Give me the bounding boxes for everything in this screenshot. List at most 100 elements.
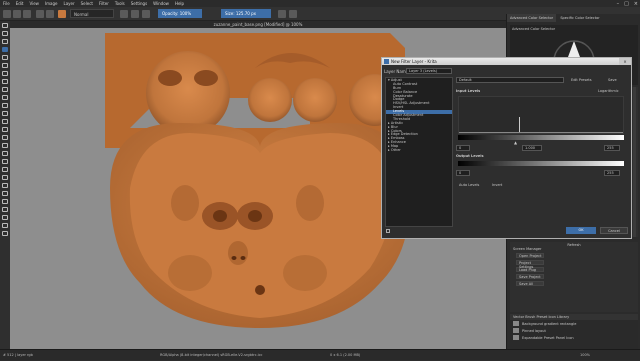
status-colorspace[interactable]: RGB/Alpha (8-bit integer/channel) sRGB-e… [160, 350, 262, 361]
crop-tool-icon[interactable] [2, 143, 8, 148]
brush-label: Expandable Preset Panel Icon [522, 335, 574, 340]
gamma-field[interactable]: 1.000 [522, 145, 542, 151]
save-project-button[interactable]: Save Project [516, 274, 544, 279]
list-item[interactable]: Background gradient rectangle [510, 320, 638, 327]
smart-patch-tool-icon[interactable] [2, 175, 8, 180]
close-icon[interactable]: × [634, 1, 638, 7]
text-tool-icon[interactable] [2, 31, 8, 36]
brush-preset-icon[interactable] [58, 10, 66, 18]
screen-manager-panel: Refresh Screen Manager Open Project Proj… [510, 242, 638, 312]
zoom-tool-icon[interactable] [2, 223, 8, 228]
measure-tool-icon[interactable] [2, 191, 8, 196]
polyline-tool-icon[interactable] [2, 87, 8, 92]
freehand-brush-tool-icon[interactable] [2, 47, 8, 52]
output-min-field[interactable]: 0 [456, 170, 470, 176]
output-levels-label: Output Levels [456, 154, 484, 158]
multibrush-tool-icon[interactable] [2, 119, 8, 124]
list-item[interactable]: Pinned layout [510, 327, 638, 334]
redo-icon[interactable] [46, 10, 54, 18]
menu-tools[interactable]: Tools [115, 1, 125, 6]
document-tab[interactable]: zuzanne_paint_base.png [Modified] @ 100% [10, 21, 506, 28]
menu-window[interactable]: Window [153, 1, 169, 6]
brush-label: Pinned layout [522, 328, 546, 333]
size-slider[interactable]: Size: 125.70 px [221, 9, 271, 18]
select-shapes-tool-icon[interactable] [2, 23, 8, 28]
line-tool-icon[interactable] [2, 55, 8, 60]
menu-image[interactable]: Image [45, 1, 58, 6]
ellipse-select-tool-icon[interactable] [2, 207, 8, 212]
ellipse-tool-icon[interactable] [2, 71, 8, 76]
mirror-vertical-icon[interactable] [289, 10, 297, 18]
list-item[interactable]: Expandable Preset Panel Icon [510, 334, 638, 341]
output-gradient-slider[interactable] [458, 161, 624, 166]
rect-select-tool-icon[interactable] [2, 199, 8, 204]
project-settings-button[interactable]: Project Settings [516, 260, 544, 269]
menu-edit[interactable]: Edit [16, 1, 24, 6]
rectangle-tool-icon[interactable] [2, 63, 8, 68]
menu-filter[interactable]: Filter [99, 1, 109, 6]
status-size: 0 x 6.1 (2.00 MB) [330, 353, 361, 357]
input-max-field[interactable]: 255 [604, 145, 620, 151]
logarithmic-toggle[interactable]: Logarithmic [598, 89, 619, 93]
fill-tool-icon[interactable] [2, 167, 8, 172]
menu-settings[interactable]: Settings [131, 1, 147, 6]
dialog-titlebar[interactable]: New Filter Layer - Krita × [382, 58, 631, 65]
color-picker-tool-icon[interactable] [2, 159, 8, 164]
undo-icon[interactable] [36, 10, 44, 18]
cancel-button[interactable]: Cancel [600, 227, 628, 234]
invert-button[interactable]: Invert [492, 183, 502, 187]
preset-select[interactable]: Default [456, 77, 564, 83]
edit-presets-button[interactable]: Edit Presets [571, 78, 592, 82]
save-all-button[interactable]: Save All [516, 281, 544, 286]
pressure-icon[interactable] [142, 10, 150, 18]
preserve-alpha-icon[interactable] [131, 10, 139, 18]
ok-button[interactable]: OK [566, 227, 596, 234]
filter-category[interactable]: ▸ Other [386, 148, 452, 153]
dynamic-brush-tool-icon[interactable] [2, 111, 8, 116]
menu-select[interactable]: Select [81, 1, 93, 6]
close-icon[interactable]: × [619, 58, 631, 65]
tab-advanced-color-selector[interactable]: Advanced Color Selector [507, 14, 557, 22]
brush-label: Background gradient rectangle [522, 321, 577, 326]
move-tool-icon[interactable] [2, 135, 8, 140]
tab-specific-color-selector[interactable]: Specific Color Selector [557, 14, 602, 22]
layer-name-input[interactable]: Layer 3 (Levels) [406, 68, 452, 74]
auto-levels-button[interactable]: Auto Levels [459, 183, 479, 187]
load-plug-button[interactable]: Load Plug [516, 267, 544, 272]
filter-tree[interactable]: ▾ Adjust Auto Contrast Burn Color Balance De… [385, 77, 453, 227]
save-button[interactable]: Save [608, 78, 617, 82]
assistant-tool-icon[interactable] [2, 183, 8, 188]
save-document-icon[interactable] [23, 10, 31, 18]
brush-thumb-icon [513, 335, 519, 340]
blend-mode-select[interactable]: Normal [70, 9, 114, 18]
menu-view[interactable]: View [29, 1, 39, 6]
polygon-tool-icon[interactable] [2, 79, 8, 84]
gradient-tool-icon[interactable] [2, 151, 8, 156]
zoom-level[interactable]: 100% [580, 350, 590, 361]
dock-scrollbar[interactable] [633, 87, 636, 237]
minimize-icon[interactable]: – [617, 1, 620, 7]
panel-title: Screen Manager [513, 247, 542, 251]
menu-help[interactable]: Help [175, 1, 184, 6]
status-bar: # 512 | layer rgb RGB/Alpha (8-bit integ… [0, 349, 640, 360]
lasso-select-tool-icon[interactable] [2, 215, 8, 220]
output-max-field[interactable]: 255 [604, 170, 620, 176]
open-project-button[interactable]: Open Project [516, 253, 544, 258]
menu-file[interactable]: File [3, 1, 10, 6]
transform-tool-icon[interactable] [2, 127, 8, 132]
pan-tool-icon[interactable] [2, 231, 8, 236]
open-document-icon[interactable] [13, 10, 21, 18]
opacity-slider[interactable]: Opacity: 100% [158, 9, 202, 18]
edit-shapes-tool-icon[interactable] [2, 39, 8, 44]
new-document-icon[interactable] [3, 10, 11, 18]
freehand-path-tool-icon[interactable] [2, 103, 8, 108]
gamma-handle-icon[interactable]: ▲ [514, 140, 517, 145]
input-gradient-slider[interactable] [458, 135, 624, 140]
maximize-icon[interactable]: □ [624, 1, 629, 7]
eraser-mode-icon[interactable] [120, 10, 128, 18]
bezier-tool-icon[interactable] [2, 95, 8, 100]
mirror-horizontal-icon[interactable] [278, 10, 286, 18]
menu-layer[interactable]: Layer [63, 1, 74, 6]
input-min-field[interactable]: 0 [456, 145, 470, 151]
preview-checkbox[interactable] [386, 229, 390, 233]
